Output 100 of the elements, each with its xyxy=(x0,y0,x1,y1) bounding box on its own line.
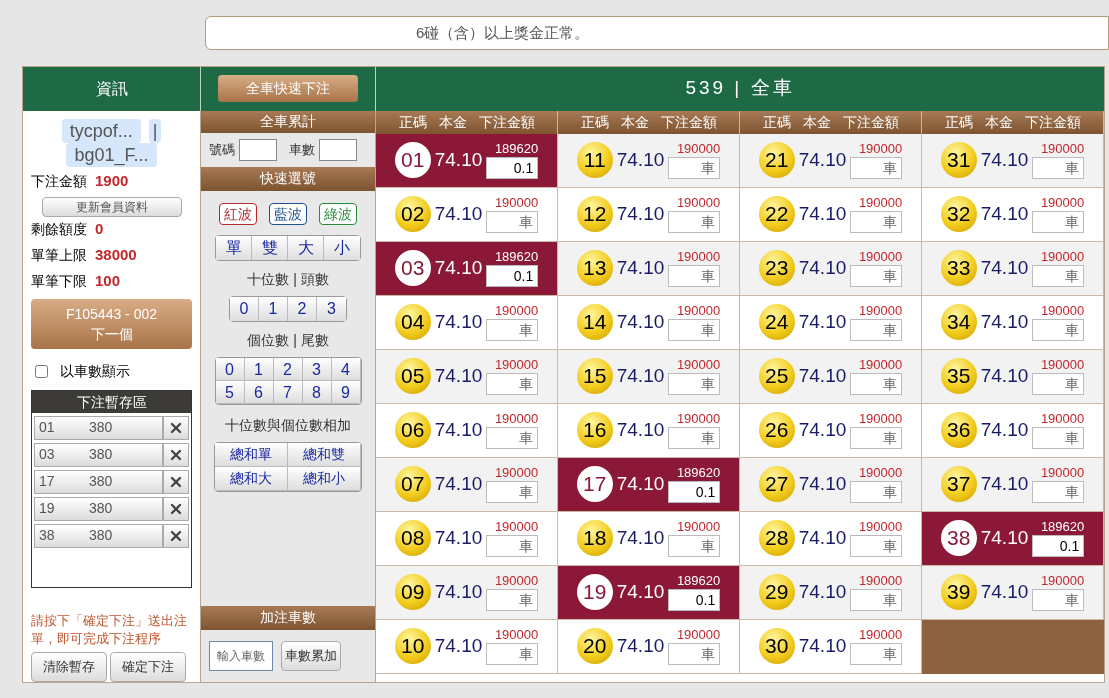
amount-field[interactable]: 車 xyxy=(1032,373,1085,396)
limit-text: 189620 xyxy=(676,465,721,482)
column-header: 本金 xyxy=(984,112,1013,132)
staging-amount: 380 xyxy=(89,526,113,546)
action-button[interactable]: 確定下注 xyxy=(110,651,186,682)
digit-button[interactable]: 0 xyxy=(215,357,245,381)
amount-field[interactable]: 車 xyxy=(850,373,903,396)
digit-button[interactable]: 5 xyxy=(215,380,245,404)
column-header: 本金 xyxy=(620,112,649,132)
column-header: 本金 xyxy=(802,112,831,132)
limit-text: 190000 xyxy=(676,303,721,320)
digit-button[interactable]: 1 xyxy=(244,357,274,381)
amount-field[interactable]: 車 xyxy=(486,535,539,558)
amount-field[interactable]: 車 xyxy=(668,265,721,288)
amount-field[interactable]: 車 xyxy=(486,643,539,666)
remove-button[interactable] xyxy=(163,442,189,467)
amount-field[interactable]: 車 xyxy=(850,535,903,558)
amount-field[interactable]: 0.1 xyxy=(668,589,721,612)
amount-field[interactable]: 車 xyxy=(850,589,903,612)
amount-field[interactable]: 車 xyxy=(1032,265,1085,288)
limit-text: 190000 xyxy=(858,519,903,536)
limit-text: 190000 xyxy=(858,195,903,212)
update-button[interactable]: 更新會員資料 xyxy=(41,196,182,217)
remove-button[interactable] xyxy=(163,469,189,494)
group-title: 十位數與個位數相加 xyxy=(224,415,352,435)
amount-field[interactable]: 車 xyxy=(1032,427,1085,450)
count-field[interactable] xyxy=(319,138,357,161)
amount-field[interactable]: 車 xyxy=(668,427,721,450)
staging-number: 03 xyxy=(39,445,56,465)
odds-text: 74.10 xyxy=(798,417,847,442)
amount-field[interactable]: 車 xyxy=(1032,319,1085,342)
wave-button[interactable]: 藍波 xyxy=(269,202,307,225)
limit-text: 190000 xyxy=(1040,249,1085,266)
sum-button[interactable]: 總和小 xyxy=(288,466,361,491)
amount-field[interactable]: 0.1 xyxy=(486,265,539,288)
staging-amount: 380 xyxy=(89,499,113,519)
parity-button[interactable]: 雙 xyxy=(252,235,288,260)
checkbox[interactable] xyxy=(35,364,48,378)
limit-text: 189620 xyxy=(494,141,539,158)
limit-text: 190000 xyxy=(858,573,903,590)
remove-button[interactable] xyxy=(163,496,189,521)
amount-field[interactable]: 車 xyxy=(668,535,721,558)
amount-field[interactable]: 0.1 xyxy=(486,157,539,180)
amount-field[interactable]: 車 xyxy=(850,265,903,288)
sum-button[interactable]: 總和單 xyxy=(215,442,288,467)
amount-field[interactable]: 車 xyxy=(668,157,721,180)
digit-button[interactable]: 3 xyxy=(317,296,346,321)
odds-text: 74.10 xyxy=(434,363,483,388)
odds-text: 74.10 xyxy=(434,579,483,604)
amount-field[interactable]: 車 xyxy=(668,373,721,396)
amount-field[interactable]: 車 xyxy=(850,481,903,504)
amount-field[interactable]: 車 xyxy=(486,319,539,342)
amount-field[interactable]: 車 xyxy=(486,373,539,396)
sum-button[interactable]: 總和雙 xyxy=(288,442,361,467)
amount-field[interactable]: 車 xyxy=(850,157,903,180)
amount-field[interactable]: 0.1 xyxy=(1032,535,1085,558)
digit-button[interactable]: 0 xyxy=(230,296,259,321)
amount-field[interactable]: 車 xyxy=(850,643,903,666)
amount-field[interactable]: 車 xyxy=(1032,589,1085,612)
stat-label: 下注金額 xyxy=(31,172,87,192)
odds-text: 74.10 xyxy=(980,417,1029,442)
wave-button[interactable]: 綠波 xyxy=(319,202,357,225)
amount-field[interactable]: 車 xyxy=(486,589,539,612)
odds-text: 74.10 xyxy=(434,255,483,280)
parity-button[interactable]: 單 xyxy=(216,235,252,260)
digit-button[interactable]: 2 xyxy=(273,357,303,381)
accumulate-button[interactable]: 車數累加 xyxy=(281,640,341,671)
amount-field[interactable]: 車 xyxy=(850,427,903,450)
amount-field[interactable]: 車 xyxy=(486,211,539,234)
amount-field[interactable]: 車 xyxy=(850,319,903,342)
amount-field[interactable]: 車 xyxy=(668,319,721,342)
count-field[interactable]: 輸入車數 xyxy=(209,640,273,671)
limit-text: 190000 xyxy=(676,411,721,428)
amount-field[interactable]: 車 xyxy=(486,427,539,450)
remove-button[interactable] xyxy=(163,415,189,440)
amount-field[interactable]: 車 xyxy=(486,481,539,504)
amount-field[interactable]: 車 xyxy=(668,211,721,234)
digit-button[interactable]: 3 xyxy=(302,357,332,381)
amount-field[interactable]: 車 xyxy=(1032,481,1085,504)
amount-field[interactable]: 車 xyxy=(668,643,721,666)
sum-button[interactable]: 總和大 xyxy=(215,466,288,491)
amount-field[interactable]: 0.1 xyxy=(668,481,721,504)
amount-field[interactable]: 車 xyxy=(850,211,903,234)
remove-button[interactable] xyxy=(163,523,189,548)
action-button[interactable]: 清除暫存 xyxy=(31,651,107,682)
odds-text: 74.10 xyxy=(616,471,665,496)
digit-button[interactable]: 2 xyxy=(288,296,317,321)
wave-button[interactable]: 紅波 xyxy=(219,202,257,225)
parity-button[interactable]: 大 xyxy=(288,235,324,260)
limit-text: 190000 xyxy=(1040,411,1085,428)
odds-text: 74.10 xyxy=(434,471,483,496)
amount-field[interactable]: 車 xyxy=(1032,157,1085,180)
digit-button[interactable]: 4 xyxy=(331,357,361,381)
limit-text: 190000 xyxy=(1040,303,1085,320)
amount-field[interactable]: 車 xyxy=(1032,211,1085,234)
odds-text: 74.10 xyxy=(616,255,665,280)
parity-button[interactable]: 小 xyxy=(324,235,360,260)
number-field[interactable] xyxy=(239,138,277,161)
column-header: 下注金額 xyxy=(478,112,535,132)
digit-button[interactable]: 1 xyxy=(259,296,288,321)
